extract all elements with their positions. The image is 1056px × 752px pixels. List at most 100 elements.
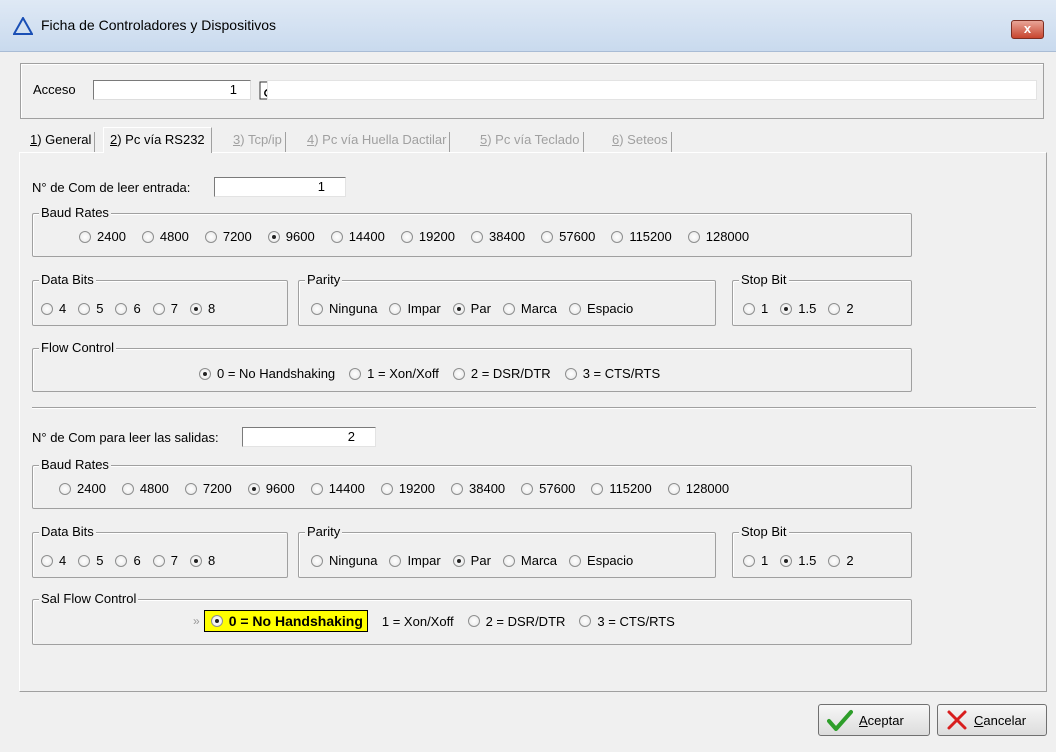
tab-teclado[interactable]: 5) Pc vía Teclado: [480, 132, 584, 152]
cancel-button[interactable]: Cancelar: [937, 704, 1047, 736]
output-baud-38400-radio[interactable]: 38400: [451, 481, 505, 496]
output-flow-0-radio[interactable]: » 0 = No Handshaking: [193, 610, 368, 632]
input-flow-0-radio[interactable]: 0 = No Handshaking: [199, 366, 335, 381]
input-parity-group: Parity Ninguna Impar Par Marca Espacio: [298, 272, 716, 326]
output-baud-19200-radio[interactable]: 19200: [380, 481, 435, 496]
input-baud-4800-radio[interactable]: 4800: [141, 229, 189, 244]
output-com-field[interactable]: 2: [242, 427, 376, 447]
output-parity-marca-radio[interactable]: Marca: [502, 553, 557, 568]
output-baud-7200-radio[interactable]: 7200: [184, 481, 232, 496]
radio-unchecked-icon: [115, 302, 128, 315]
output-databits-6-radio[interactable]: 6: [115, 553, 141, 568]
close-button[interactable]: x: [1011, 20, 1044, 39]
input-databits-4-radio[interactable]: 4: [41, 301, 66, 316]
window-title: Ficha de Controladores y Dispositivos: [41, 17, 276, 33]
output-baud-2400-radio[interactable]: 2400: [59, 481, 106, 496]
output-baud-4800-radio[interactable]: 4800: [121, 481, 169, 496]
input-com-field[interactable]: 1: [214, 177, 346, 197]
output-stopbit-group: Stop Bit 1 1.5 2: [732, 524, 912, 578]
radio-unchecked-icon: [521, 482, 534, 495]
output-baud-9600-radio[interactable]: 9600: [247, 481, 295, 496]
checkmark-icon: [827, 710, 853, 731]
input-parity-ninguna-radio[interactable]: Ninguna: [311, 301, 377, 316]
radio-unchecked-icon: [564, 367, 577, 380]
output-databits-8-radio[interactable]: 8: [189, 553, 215, 568]
output-stopbit-1-radio[interactable]: 1: [743, 553, 768, 568]
output-baud-128000-radio[interactable]: 128000: [667, 481, 729, 496]
output-baud-57600-radio[interactable]: 57600: [521, 481, 575, 496]
radio-checked-icon: [780, 302, 793, 315]
output-baud-legend: Baud Rates: [39, 457, 111, 472]
radio-checked-icon: [452, 302, 465, 315]
radio-unchecked-icon: [121, 482, 134, 495]
tab-huella-dactilar[interactable]: 4) Pc vía Huella Dactilar: [307, 132, 451, 152]
input-stopbit-1-radio[interactable]: 1: [743, 301, 768, 316]
output-baud-14400-radio[interactable]: 14400: [310, 481, 365, 496]
input-baud-7200-radio[interactable]: 7200: [204, 229, 252, 244]
output-flow-legend: Sal Flow Control: [39, 591, 139, 606]
access-panel: Acceso 1: [20, 63, 1044, 119]
input-parity-marca-radio[interactable]: Marca: [502, 301, 557, 316]
output-databits-4-radio[interactable]: 4: [41, 553, 66, 568]
radio-unchecked-icon: [184, 482, 197, 495]
input-parity-espacio-radio[interactable]: Espacio: [569, 301, 633, 316]
radio-unchecked-icon: [141, 230, 154, 243]
access-input[interactable]: 1: [93, 80, 251, 100]
radio-unchecked-icon: [41, 554, 53, 567]
input-baud-128000-radio[interactable]: 128000: [687, 229, 749, 244]
accept-button-label: Aceptar: [859, 712, 904, 728]
output-flow-2-radio[interactable]: 2 = DSR/DTR: [467, 614, 565, 629]
output-flow-1-radio[interactable]: 1 = Xon/Xoff: [382, 614, 454, 629]
input-baud-19200-radio[interactable]: 19200: [400, 229, 455, 244]
output-parity-espacio-radio[interactable]: Espacio: [569, 553, 633, 568]
radio-unchecked-icon: [828, 554, 841, 567]
radio-unchecked-icon: [667, 482, 680, 495]
tab-pc-rs232[interactable]: 2) Pc vía RS232: [103, 127, 212, 153]
input-databits-8-radio[interactable]: 8: [189, 301, 215, 316]
input-parity-par-radio[interactable]: Par: [452, 301, 491, 316]
accept-button[interactable]: Aceptar: [818, 704, 930, 736]
radio-unchecked-icon: [569, 554, 582, 567]
input-flow-group: Flow Control 0 = No Handshaking 1 = Xon/…: [32, 340, 912, 392]
input-flow-3-radio[interactable]: 3 = CTS/RTS: [564, 366, 660, 381]
cancel-button-label: Cancelar: [974, 712, 1027, 728]
output-stopbit-1-5-radio[interactable]: 1.5: [780, 553, 816, 568]
radio-unchecked-icon: [687, 230, 700, 243]
input-baud-2400-radio[interactable]: 2400: [79, 229, 126, 244]
input-baud-115200-radio[interactable]: 115200: [611, 229, 672, 244]
input-baud-57600-radio[interactable]: 57600: [541, 229, 595, 244]
radio-unchecked-icon: [452, 367, 465, 380]
output-baud-115200-radio[interactable]: 115200: [591, 481, 652, 496]
output-flow-3-radio[interactable]: 3 = CTS/RTS: [579, 614, 675, 629]
dialog-window: Ficha de Controladores y Dispositivos x …: [0, 0, 1056, 752]
input-stopbit-legend: Stop Bit: [739, 272, 789, 287]
radio-unchecked-icon: [311, 302, 323, 315]
tab-tcpip[interactable]: 3) Tcp/ip: [233, 132, 286, 152]
input-stopbit-1-5-radio[interactable]: 1.5: [780, 301, 816, 316]
input-parity-impar-radio[interactable]: Impar: [389, 301, 441, 316]
radio-unchecked-icon: [41, 302, 53, 315]
access-description-field[interactable]: [267, 80, 1037, 100]
input-databits-5-radio[interactable]: 5: [78, 301, 103, 316]
radio-unchecked-icon: [79, 230, 91, 243]
output-stopbit-2-radio[interactable]: 2: [828, 553, 854, 568]
tab-seteos[interactable]: 6) Seteos: [612, 132, 672, 152]
output-parity-impar-radio[interactable]: Impar: [389, 553, 441, 568]
output-flow-group: Sal Flow Control » 0 = No Handshaking 1 …: [32, 591, 912, 645]
input-databits-6-radio[interactable]: 6: [115, 301, 141, 316]
input-flow-2-radio[interactable]: 2 = DSR/DTR: [452, 366, 551, 381]
input-baud-14400-radio[interactable]: 14400: [330, 229, 385, 244]
input-flow-1-radio[interactable]: 1 = Xon/Xoff: [349, 366, 439, 381]
input-databits-7-radio[interactable]: 7: [152, 301, 178, 316]
input-baud-38400-radio[interactable]: 38400: [471, 229, 525, 244]
output-databits-7-radio[interactable]: 7: [152, 553, 178, 568]
input-baud-9600-radio[interactable]: 9600: [267, 229, 315, 244]
output-databits-group: Data Bits 4 5 6 7 8: [32, 524, 288, 578]
input-stopbit-2-radio[interactable]: 2: [828, 301, 854, 316]
output-parity-ninguna-radio[interactable]: Ninguna: [311, 553, 377, 568]
output-parity-par-radio[interactable]: Par: [452, 553, 491, 568]
output-databits-5-radio[interactable]: 5: [78, 553, 103, 568]
tab-general[interactable]: 1) General: [30, 132, 96, 152]
title-bar: Ficha de Controladores y Dispositivos x: [0, 0, 1056, 52]
access-label: Acceso: [33, 82, 76, 97]
